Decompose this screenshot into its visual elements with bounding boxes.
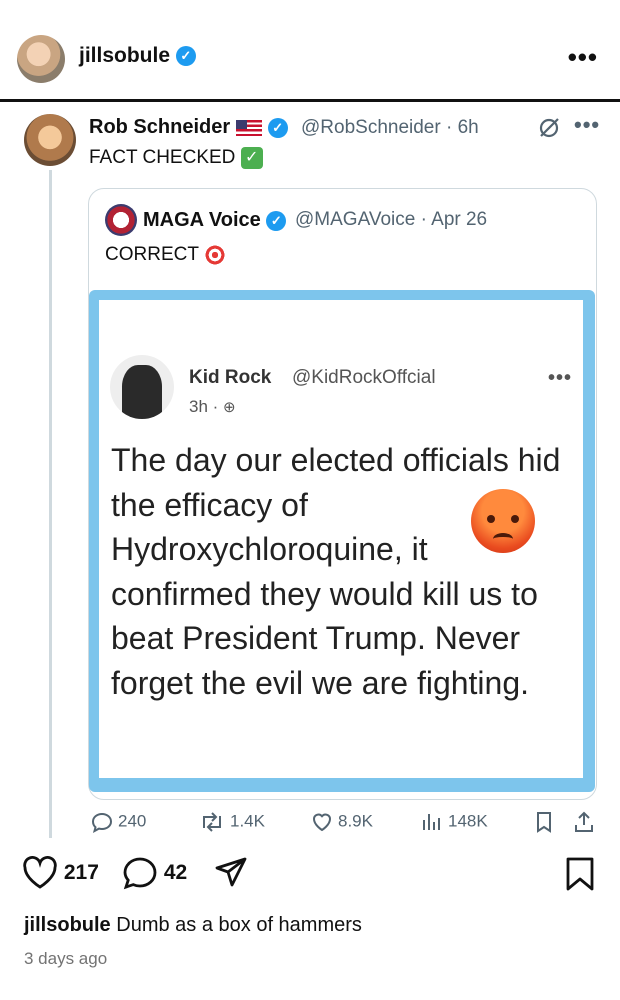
tweet-author-handle: @RobSchneider · 6h (301, 117, 479, 138)
share-button (572, 810, 600, 834)
thread-line (49, 170, 52, 838)
post-author-avatar[interactable] (17, 35, 65, 83)
views-button: 148K (420, 810, 488, 834)
quote-author-avatar (105, 204, 137, 236)
bookmark-icon (537, 812, 551, 833)
post-caption: jillsobule Dumb as a box of hammers (24, 914, 362, 937)
comment-icon[interactable] (122, 856, 158, 890)
like-count[interactable]: 217 (64, 861, 99, 884)
caption-username[interactable]: jillsobule (24, 914, 111, 936)
check-mark-emoji: ✓ (240, 147, 263, 169)
embedded-more-icon: ••• (548, 367, 573, 389)
post-author[interactable]: jillsobule ✓ (79, 44, 196, 68)
quote-author-name: MAGA Voice (143, 209, 261, 231)
grok-icon (536, 114, 562, 146)
quote-text: CORRECT (105, 244, 226, 266)
target-emoji (203, 244, 226, 266)
share-icon (575, 811, 593, 832)
header-divider (0, 99, 620, 102)
tweet-more-icon: ••• (574, 112, 601, 137)
us-flag-icon (236, 119, 263, 136)
globe-icon: ⊕ (223, 399, 236, 416)
share-action[interactable] (214, 856, 248, 890)
views-icon (423, 814, 440, 830)
reply-button: 240 (90, 810, 146, 834)
post-timestamp: 3 days ago (24, 949, 108, 968)
comment-count[interactable]: 42 (164, 861, 187, 884)
tweet-author-name: Rob Schneider (89, 116, 231, 138)
verified-badge-icon: ✓ (266, 210, 287, 231)
caption-text: Dumb as a box of hammers (116, 914, 362, 936)
quote-author: MAGA Voice ✓ (143, 209, 287, 232)
embedded-author-handle: @KidRockOffcial (292, 367, 436, 388)
like-icon (312, 813, 332, 832)
tweet-author: Rob Schneider ✓ (89, 116, 288, 139)
repost-icon (203, 812, 221, 832)
repost-button: 1.4K (198, 810, 265, 834)
quote-author-handle: @MAGAVoice · Apr 26 (295, 209, 488, 230)
post-author-username[interactable]: jillsobule (79, 44, 170, 67)
embedded-author-avatar (110, 355, 174, 419)
tweet-author-avatar (24, 114, 76, 166)
heart-icon[interactable] (22, 856, 58, 890)
like-button: 8.9K (310, 810, 373, 834)
comment-action[interactable]: 42 (122, 856, 187, 890)
send-icon[interactable] (214, 856, 248, 890)
bookmark-button (532, 810, 560, 834)
embedded-author-name: Kid Rock (189, 367, 272, 388)
save-action[interactable] (564, 856, 596, 892)
angry-face-emoji (471, 489, 535, 553)
embedded-time: 3h · ⊕ (189, 397, 236, 416)
reply-icon (91, 812, 113, 833)
like-action[interactable]: 217 (22, 856, 99, 890)
more-options-icon[interactable]: ••• (568, 42, 598, 73)
verified-badge-icon: ✓ (175, 46, 196, 67)
tweet-text: FACT CHECKED ✓ (89, 147, 263, 169)
verified-badge-icon: ✓ (267, 117, 288, 138)
embedded-body-text: The day our elected officials hid the ef… (111, 442, 561, 701)
save-icon[interactable] (564, 856, 596, 892)
